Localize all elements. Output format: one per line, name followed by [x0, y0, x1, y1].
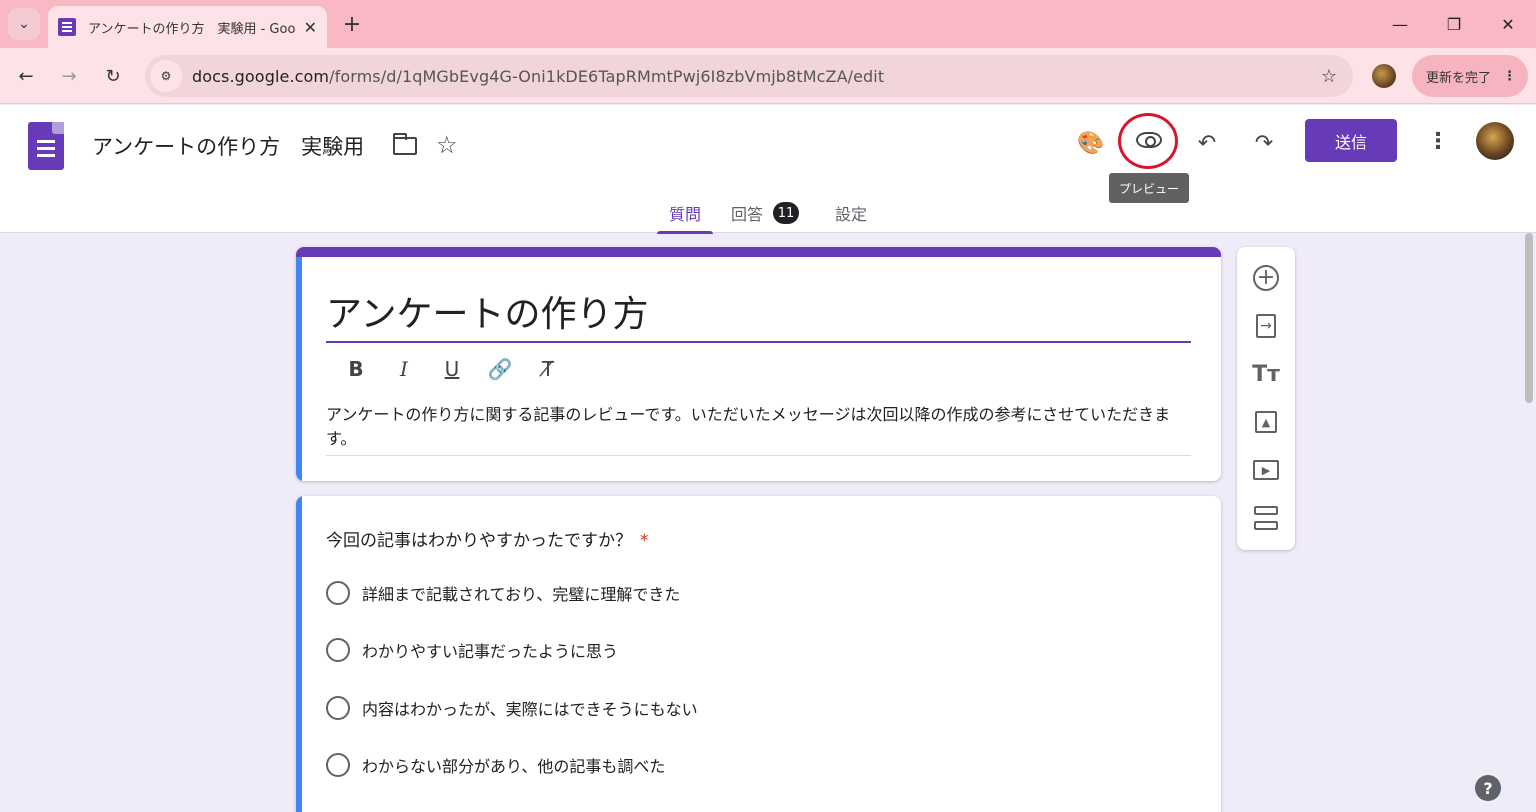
tab-responses[interactable]: 回答 11	[731, 193, 800, 233]
bold-icon[interactable]: B	[332, 355, 380, 383]
tab-title: アンケートの作り方 実験用 - Goo	[88, 21, 296, 37]
url-path: /forms/d/1qMGbEvg4G-Oni1kDE6TapRMmtPwj6I…	[329, 66, 885, 86]
browser-tab[interactable]: アンケートの作り方 実験用 - Goo ✕	[48, 6, 327, 48]
back-arrow-icon[interactable]: ←	[10, 60, 42, 92]
address-bar-row: ← → ↻ ⚙ docs.google.com/forms/d/1qMGbEvg…	[0, 48, 1536, 104]
account-avatar[interactable]	[1476, 122, 1514, 160]
responses-count-badge: 11	[773, 202, 800, 224]
underline-icon[interactable]: U	[428, 355, 476, 383]
undo-icon[interactable]: ↶	[1189, 125, 1225, 161]
option-label: わかりやすい記事だったように思う	[362, 642, 619, 661]
option-1[interactable]: 詳細まで記載されており、完璧に理解できた	[326, 580, 680, 606]
radio-icon[interactable]	[326, 581, 350, 605]
preview-eye-icon[interactable]	[1136, 132, 1162, 148]
add-title-description-icon[interactable]: Tт	[1251, 359, 1281, 389]
new-tab-icon[interactable]: +	[338, 10, 366, 38]
site-info-icon[interactable]: ⚙	[150, 60, 182, 92]
question-title-text: 今回の記事はわかりやすかったですか？	[326, 531, 632, 551]
radio-icon[interactable]	[326, 696, 350, 720]
question-card-indicator	[296, 496, 302, 812]
help-icon[interactable]: ?	[1475, 775, 1501, 801]
form-title-card[interactable]: アンケートの作り方 B I U 🔗 T̸ アンケートの作り方に関する記事のレビュ…	[296, 247, 1221, 481]
add-section-icon[interactable]	[1253, 506, 1279, 530]
option-label: 内容はわかったが、実際にはできそうにもない	[362, 700, 698, 719]
url-text[interactable]: docs.google.com/forms/d/1qMGbEvg4G-Oni1k…	[192, 67, 884, 86]
import-questions-icon[interactable]: →	[1256, 314, 1276, 338]
tab-questions-label: 質問	[669, 205, 702, 224]
forms-favicon-icon	[58, 18, 76, 36]
tab-search-chevron-icon[interactable]: ⌄	[8, 8, 40, 40]
redo-icon[interactable]: ↷	[1246, 125, 1282, 161]
italic-icon[interactable]: I	[380, 355, 428, 383]
option-2[interactable]: わかりやすい記事だったように思う	[326, 637, 618, 663]
tab-close-icon[interactable]: ✕	[304, 18, 317, 37]
tab-settings-label: 設定	[835, 205, 868, 224]
restore-icon[interactable]: ❐	[1434, 10, 1474, 38]
minimize-icon[interactable]: —	[1380, 10, 1420, 38]
scrollbar-thumb[interactable]	[1525, 233, 1533, 403]
add-question-icon[interactable]: +	[1253, 265, 1279, 291]
radio-icon[interactable]	[326, 753, 350, 777]
folder-icon[interactable]	[393, 133, 417, 155]
send-button[interactable]: 送信	[1305, 119, 1397, 162]
forms-header: アンケートの作り方 実験用 ☆ 🎨 プレビュー ↶ ↷ 送信 ⋮ 質問 回答 1…	[0, 105, 1536, 234]
link-icon[interactable]: 🔗	[476, 355, 524, 383]
clear-format-icon[interactable]: T̸	[524, 355, 572, 383]
tab-settings[interactable]: 設定	[835, 193, 867, 233]
browser-menu-icon[interactable]: ⋮	[1503, 69, 1516, 84]
browser-tab-bar: ⌄ アンケートの作り方 実験用 - Goo ✕ + — ❐ ✕	[0, 0, 1536, 48]
update-button[interactable]: 更新を完了 ⋮	[1412, 55, 1528, 97]
tab-responses-label: 回答	[731, 205, 764, 224]
add-video-icon[interactable]: ▶	[1253, 460, 1279, 480]
form-title-input[interactable]: アンケートの作り方	[326, 281, 1191, 343]
question-card[interactable]: 今回の記事はわかりやすかったですか？ * 詳細まで記載されており、完璧に理解できた…	[296, 496, 1221, 812]
option-3[interactable]: 内容はわかったが、実際にはできそうにもない	[326, 695, 698, 721]
star-icon[interactable]: ☆	[436, 131, 458, 159]
option-4[interactable]: わからない部分があり、他の記事も調べた	[326, 752, 665, 778]
form-doc-title[interactable]: アンケートの作り方 実験用	[92, 131, 364, 161]
active-card-indicator	[296, 257, 302, 481]
browser-profile-avatar[interactable]	[1372, 64, 1396, 88]
reload-icon[interactable]: ↻	[97, 60, 129, 92]
forward-arrow-icon[interactable]: →	[53, 60, 85, 92]
question-title: 今回の記事はわかりやすかったですか？ *	[326, 526, 649, 551]
required-asterisk: *	[640, 531, 649, 551]
url-host: docs.google.com	[192, 66, 330, 86]
option-label: 詳細まで記載されており、完璧に理解できた	[362, 585, 681, 604]
form-tabs: 質問 回答 11 設定	[0, 193, 1536, 234]
radio-icon[interactable]	[326, 638, 350, 662]
add-image-icon[interactable]: ▲	[1255, 411, 1277, 433]
tab-questions[interactable]: 質問	[657, 193, 714, 234]
format-toolbar: B I U 🔗 T̸	[332, 355, 572, 383]
window-close-icon[interactable]: ✕	[1488, 10, 1528, 38]
form-description-input[interactable]: アンケートの作り方に関する記事のレビューです。いただいたメッセージは次回以降の作…	[326, 403, 1191, 456]
bookmark-star-icon[interactable]: ☆	[1321, 66, 1337, 87]
url-bar[interactable]: ⚙ docs.google.com/forms/d/1qMGbEvg4G-Oni…	[145, 55, 1353, 97]
more-vert-icon[interactable]: ⋮	[1426, 125, 1450, 157]
floating-toolbar: + → Tт ▲ ▶	[1237, 247, 1295, 550]
update-label: 更新を完了	[1426, 70, 1492, 86]
forms-logo-icon[interactable]	[28, 122, 64, 170]
option-label: わからない部分があり、他の記事も調べた	[362, 757, 666, 776]
palette-icon[interactable]: 🎨	[1073, 125, 1109, 161]
